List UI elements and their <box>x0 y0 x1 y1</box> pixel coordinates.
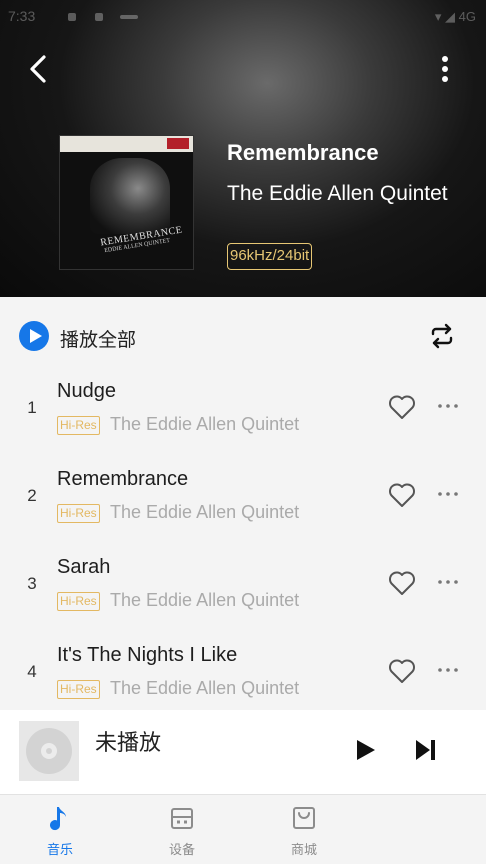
play-button[interactable] <box>355 738 377 762</box>
track-title: Remembrance <box>57 468 189 490</box>
track-artist: The Eddie Allen Quintet <box>110 502 300 522</box>
notification-icon <box>95 13 103 21</box>
track-artist: The Eddie Allen Quintet <box>110 590 300 610</box>
track-title: Nudge <box>57 380 116 402</box>
album-artist[interactable]: The Eddie Allen Quintet <box>227 182 448 206</box>
vertical-dots-icon <box>442 56 448 82</box>
tab-device-label: 设备 <box>168 842 195 857</box>
hi-res-badge: Hi-Res <box>57 680 100 699</box>
notification-icon <box>120 15 138 19</box>
tab-music[interactable]: 音乐 <box>10 794 110 864</box>
chevron-left-icon <box>30 55 46 83</box>
hi-res-badge: Hi-Res <box>57 592 100 611</box>
tab-music-label: 音乐 <box>46 842 73 857</box>
track-artist: The Eddie Allen Quintet <box>110 678 300 698</box>
tab-store[interactable]: 商城 <box>254 794 354 864</box>
next-track-button[interactable] <box>414 738 438 762</box>
track-row[interactable]: 1 Nudge Hi-Res The Eddie Allen Quintet <box>0 373 486 461</box>
play-all-button[interactable] <box>19 321 49 351</box>
track-number: 4 <box>27 662 37 681</box>
status-time: 7:33 <box>8 8 36 24</box>
more-horizontal-icon[interactable] <box>436 489 460 499</box>
device-icon <box>171 808 193 829</box>
music-note-icon <box>50 807 66 831</box>
track-title: Sarah <box>57 556 111 578</box>
notification-icon <box>68 13 76 21</box>
play-circle-icon <box>19 321 49 351</box>
more-horizontal-icon[interactable] <box>436 401 460 411</box>
more-horizontal-icon[interactable] <box>436 577 460 587</box>
status-indicators: ▾ ◢ 4G <box>434 9 476 24</box>
hi-res-badge: Hi-Res <box>57 504 100 523</box>
track-artist: The Eddie Allen Quintet <box>110 414 300 434</box>
track-number: 2 <box>27 486 37 505</box>
tab-device[interactable]: 设备 <box>132 794 232 864</box>
more-horizontal-icon[interactable] <box>436 665 460 675</box>
repeat-mode-button[interactable] <box>428 323 456 349</box>
track-number: 1 <box>27 398 37 417</box>
track-number: 3 <box>27 574 37 593</box>
album-title: Remembrance <box>227 140 379 165</box>
cover-photo <box>90 158 170 234</box>
track-title: It's The Nights I Like <box>57 644 238 666</box>
hi-res-badge: Hi-Res <box>57 416 100 435</box>
track-row[interactable]: 2 Remembrance Hi-Res The Eddie Allen Qui… <box>0 461 486 549</box>
mini-player-cover[interactable] <box>19 721 79 781</box>
heart-icon[interactable] <box>388 482 416 508</box>
track-row[interactable]: 3 Sarah Hi-Res The Eddie Allen Quintet <box>0 549 486 637</box>
cover-label-badge <box>167 138 189 149</box>
disc-icon <box>26 728 72 774</box>
quality-badge: 96kHz/24bit <box>227 243 313 270</box>
tab-store-label: 商城 <box>290 842 317 857</box>
back-button[interactable] <box>22 52 56 86</box>
heart-icon[interactable] <box>388 570 416 596</box>
mini-player-title[interactable]: 未播放 <box>95 725 161 757</box>
play-all-label[interactable]: 播放全部 <box>60 325 136 352</box>
shopping-bag-icon <box>293 807 315 829</box>
repeat-icon <box>431 323 453 349</box>
heart-icon[interactable] <box>388 658 416 684</box>
play-icon <box>357 740 375 760</box>
more-options-button[interactable] <box>430 52 460 86</box>
album-header: 7:33 ▾ ◢ 4G REMEMBRANCE EDDIE ALLEN QUIN… <box>0 0 486 297</box>
status-bar: 7:33 ▾ ◢ 4G <box>0 0 486 34</box>
album-cover: REMEMBRANCE EDDIE ALLEN QUINTET <box>59 135 194 270</box>
heart-icon[interactable] <box>388 394 416 420</box>
skip-next-icon <box>416 740 435 760</box>
